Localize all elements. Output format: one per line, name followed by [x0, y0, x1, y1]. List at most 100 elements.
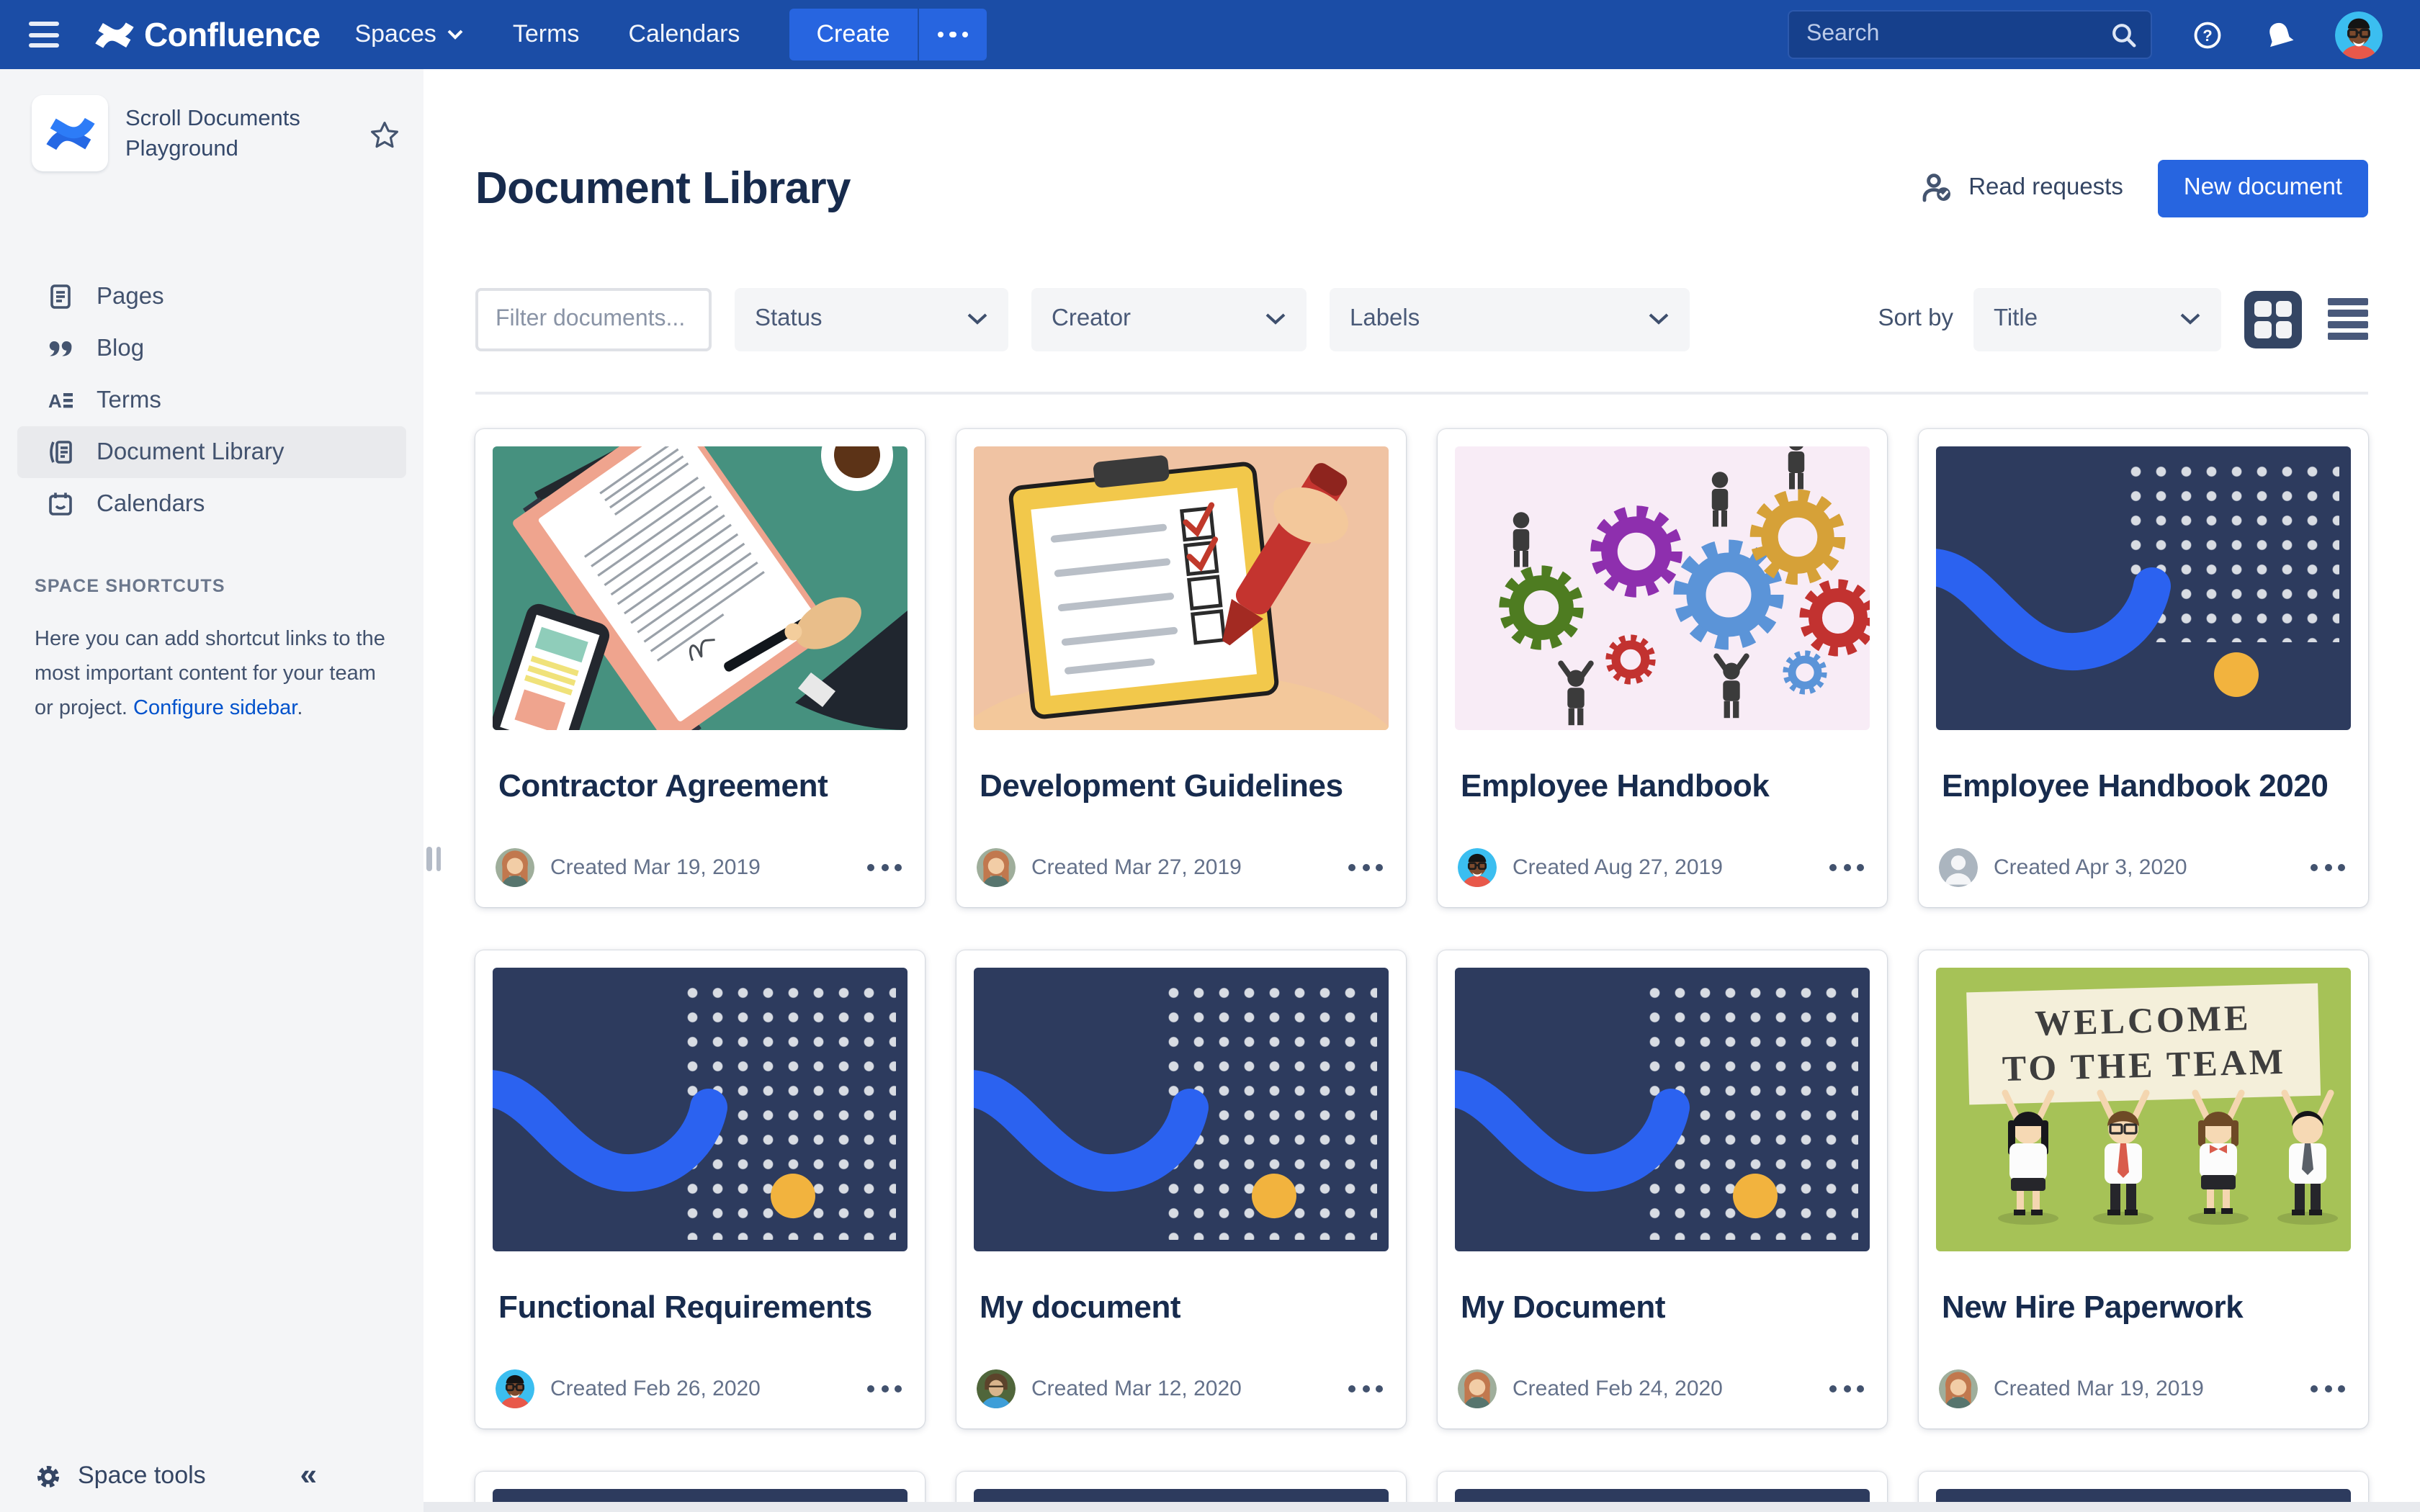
collapse-sidebar-icon[interactable]: «: [300, 1459, 317, 1493]
document-title[interactable]: Contractor Agreement: [498, 767, 902, 804]
created-date: Created Feb 26, 2020: [550, 1376, 761, 1400]
space-tools-button[interactable]: Space tools «: [35, 1459, 317, 1493]
document-thumbnail: [493, 446, 908, 729]
labels-dropdown[interactable]: Labels: [1330, 287, 1690, 351]
search-input[interactable]: [1788, 10, 2152, 59]
filter-documents-input[interactable]: [475, 287, 712, 351]
creator-avatar-woman-photo: [977, 847, 1016, 886]
creator-avatar-woman-photo: [496, 847, 534, 886]
card-menu-button[interactable]: [2308, 855, 2348, 879]
chevron-down-icon: [1265, 312, 1286, 325]
sidebar-item-terms[interactable]: A Terms: [17, 374, 406, 426]
creator-avatar-generic: [1939, 847, 1978, 886]
sidebar: Scroll Documents Playground Pages: [0, 69, 424, 1512]
horizontal-scrollbar[interactable]: [424, 1502, 2420, 1512]
section-divider: [475, 391, 2368, 394]
sidebar-item-calendars[interactable]: Calendars: [17, 478, 406, 530]
notifications-bell-icon[interactable]: [2263, 18, 2296, 51]
document-title[interactable]: New Hire Paperwork: [1942, 1288, 2345, 1326]
document-grid: Contractor Agreement Created Mar 19, 201…: [475, 428, 2368, 1512]
card-menu-button[interactable]: [1827, 855, 1867, 879]
nav-more-button[interactable]: [918, 9, 987, 60]
confluence-brand[interactable]: Confluence: [95, 15, 320, 54]
card-menu-button[interactable]: [864, 1376, 905, 1400]
space-shortcuts-text: Here you can add shortcut links to the m…: [35, 622, 392, 726]
document-title[interactable]: Employee Handbook 2020: [1942, 767, 2345, 804]
blue-swoosh: [493, 967, 908, 1251]
sidebar-item-document-library[interactable]: Document Library: [17, 426, 406, 478]
created-date: Created Feb 24, 2020: [1512, 1376, 1723, 1400]
user-avatar[interactable]: [2335, 11, 2383, 58]
quote-icon: [46, 334, 75, 363]
gear-icon: [35, 1462, 62, 1490]
sidebar-item-label: Document Library: [97, 438, 284, 466]
search-icon: [2109, 20, 2139, 50]
creator-avatar-woman-photo: [1939, 1369, 1978, 1408]
created-date: Created Mar 27, 2019: [1031, 855, 1242, 879]
sidebar-item-label: Terms: [97, 387, 161, 414]
app-window: Confluence Spaces Terms Calendars Create…: [0, 0, 2420, 1512]
sidebar-nav: Pages Blog A Terms: [17, 271, 406, 530]
sidebar-item-label: Blog: [97, 335, 144, 362]
document-card[interactable]: Contractor Agreement Created Mar 19, 201…: [475, 428, 925, 906]
sort-by-label: Sort by: [1878, 305, 1953, 333]
svg-text:A: A: [48, 390, 62, 412]
status-dropdown[interactable]: Status: [735, 287, 1008, 351]
document-title[interactable]: My Document: [1461, 1288, 1864, 1326]
document-card[interactable]: Development Guidelines Created Mar 27, 2…: [956, 428, 1406, 906]
document-thumbnail: [493, 967, 908, 1251]
document-thumbnail: [1455, 446, 1870, 729]
document-card[interactable]: My Document Created Feb 24, 2020: [1438, 950, 1887, 1428]
sidebar-item-pages[interactable]: Pages: [17, 271, 406, 323]
main-content: Document Library Read requests New docum…: [424, 69, 2420, 1512]
grid-view-toggle[interactable]: [2244, 290, 2302, 348]
created-date: Created Mar 19, 2019: [550, 855, 761, 879]
created-date: Created Apr 3, 2020: [1994, 855, 2187, 879]
document-card[interactable]: WELCOME TO THE TEAM: [1919, 950, 2368, 1428]
document-card[interactable]: Functional Requirements Created Feb 26, …: [475, 950, 925, 1428]
sidebar-item-blog[interactable]: Blog: [17, 323, 406, 374]
page-title: Document Library: [475, 163, 851, 215]
glossary-icon: A: [46, 386, 75, 415]
configure-sidebar-link[interactable]: Configure sidebar: [133, 697, 297, 720]
card-menu-button[interactable]: [1827, 1376, 1867, 1400]
document-title[interactable]: Functional Requirements: [498, 1288, 902, 1326]
new-document-button[interactable]: New document: [2158, 160, 2368, 217]
list-view-toggle[interactable]: [2328, 299, 2368, 340]
space-name[interactable]: Scroll Documents Playground: [125, 95, 315, 171]
help-icon[interactable]: ?: [2191, 18, 2224, 51]
creator-avatar-cartoon-man: [496, 1369, 534, 1408]
document-card[interactable]: Employee Handbook 2020 Created Apr 3, 20…: [1919, 428, 2368, 906]
star-icon[interactable]: [369, 120, 400, 171]
create-button[interactable]: Create: [789, 9, 917, 60]
creator-avatar-cartoon-man: [1458, 847, 1497, 886]
nav-item-calendars[interactable]: Calendars: [628, 20, 740, 49]
document-card[interactable]: My document Created Mar 12, 2020: [956, 950, 1406, 1428]
sort-dropdown[interactable]: Title: [1973, 287, 2221, 351]
card-menu-button[interactable]: [1345, 1376, 1386, 1400]
space-logo[interactable]: [32, 95, 108, 171]
card-menu-button[interactable]: [1345, 855, 1386, 879]
blue-swoosh: [1455, 967, 1870, 1251]
chevron-down-icon: [447, 29, 464, 40]
nav-item-spaces[interactable]: Spaces: [354, 20, 463, 49]
page-icon: [46, 282, 75, 311]
document-card[interactable]: Employee Handbook Created Aug 27, 2019: [1438, 428, 1887, 906]
document-thumbnail: WELCOME TO THE TEAM: [1936, 967, 2351, 1251]
card-menu-button[interactable]: [2308, 1376, 2348, 1400]
document-title[interactable]: My document: [980, 1288, 1383, 1326]
chevron-down-icon: [967, 312, 988, 325]
document-title[interactable]: Employee Handbook: [1461, 767, 1864, 804]
creator-avatar-man-photo: [977, 1369, 1016, 1408]
hamburger-menu-icon[interactable]: [29, 22, 63, 48]
created-date: Created Aug 27, 2019: [1512, 855, 1723, 879]
creator-dropdown[interactable]: Creator: [1031, 287, 1307, 351]
read-requests-button[interactable]: Read requests: [1919, 171, 2123, 206]
document-title[interactable]: Development Guidelines: [980, 767, 1383, 804]
sidebar-resize-handle[interactable]: [426, 847, 441, 871]
nav-item-terms[interactable]: Terms: [513, 20, 580, 49]
calendar-icon: [46, 490, 75, 518]
brand-name: Confluence: [144, 15, 320, 54]
card-menu-button[interactable]: [864, 855, 905, 879]
created-date: Created Mar 19, 2019: [1994, 1376, 2204, 1400]
